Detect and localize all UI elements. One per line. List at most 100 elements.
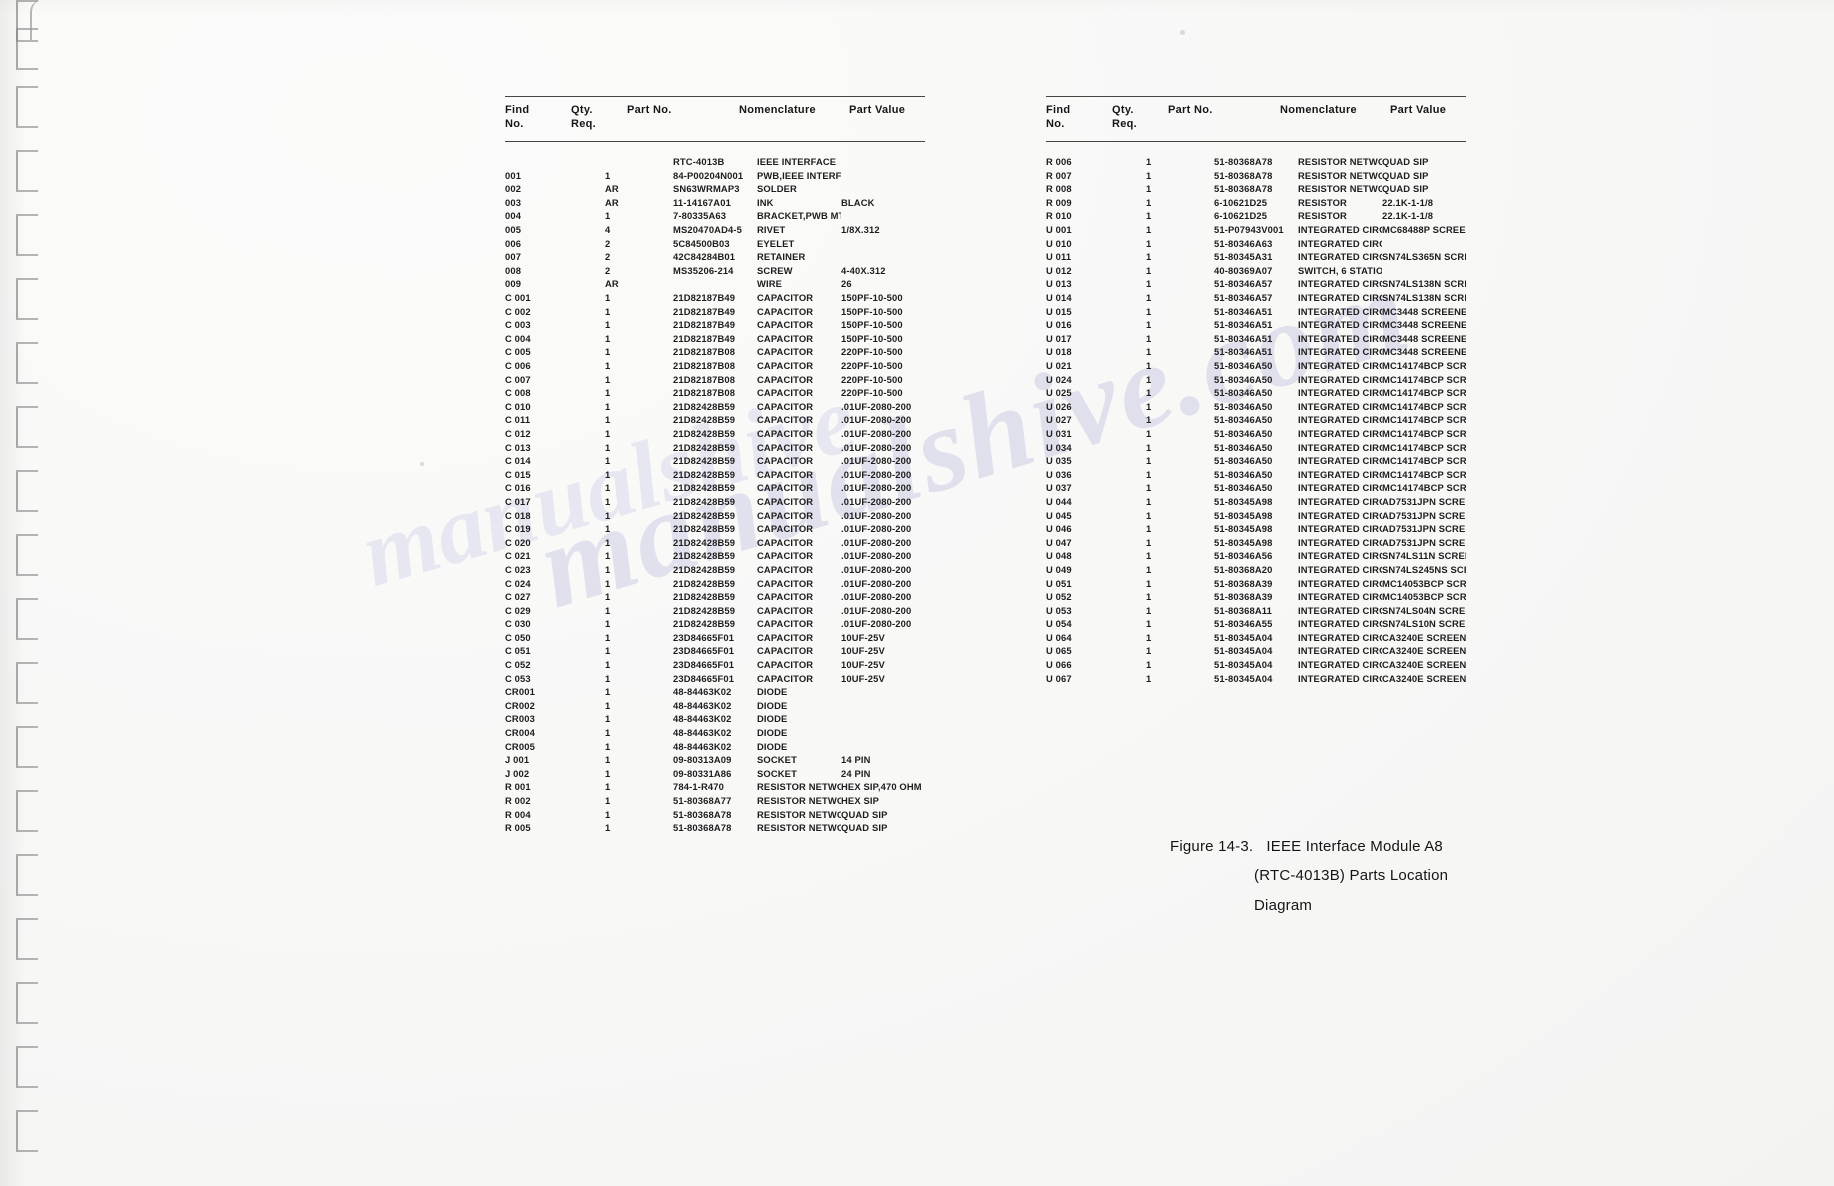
cell-part-no: 21D82187B08 — [673, 387, 736, 399]
cell-part-value — [841, 182, 925, 196]
cell-part-value: CA3240E SCREENED — [1382, 645, 1466, 657]
cell-qty-req: 1 — [605, 659, 611, 671]
cell-nomenclature: CAPACITOR — [757, 360, 814, 371]
cell-qty-req: 1 — [605, 672, 611, 684]
cell-find-no: R 010 — [1046, 210, 1072, 222]
cell-find-no: CR004 — [505, 727, 535, 739]
cell-part-value: 150PF-10-500 — [841, 305, 903, 317]
cell-find-no: C 010 — [505, 400, 531, 412]
figure-caption: Figure 14-3. IEEE Interface Module A8 (R… — [1170, 832, 1590, 920]
cell-nomenclature: INTEGRATED CIRCUIT — [1298, 563, 1382, 575]
cell-find-no: R 007 — [1046, 169, 1072, 181]
cell-qty-req: 1 — [605, 577, 611, 589]
cell-part-value: 10UF-25V — [841, 645, 885, 657]
table-row: C 024 1 21D82428B59 CAPACITOR .01UF-2080-200 — [505, 577, 925, 591]
cell-find-no: C 051 — [505, 645, 531, 657]
cell-part-value: AD7531JPN SCREENED — [1382, 523, 1466, 535]
spine-mark — [16, 342, 38, 384]
table-row: U 036 1 51-80346A50 INTEGRATED CIRCUITMC141… — [1046, 468, 1466, 482]
table-body: RTC-4013B IEEE INTERFACE 001 1 84-P00204N001… — [505, 142, 925, 835]
table-row: R 010 1 6-10621D25 RESISTOR 22.1K-1-1/8 — [1046, 209, 1466, 223]
cell-find-no: CR001 — [505, 686, 535, 698]
cell-part-no: 7-80335A63 — [673, 210, 727, 222]
cell-qty-req: 1 — [1146, 319, 1152, 331]
cell-part-value: MC14174BCP SCREENED — [1382, 360, 1466, 371]
cell-find-no: R 001 — [505, 781, 531, 793]
cell-qty-req: AR — [605, 196, 619, 208]
cell-find-no: C 023 — [505, 563, 531, 575]
cell-part-no: 51-80346A57 — [1214, 292, 1273, 304]
cell-find-no: U 017 — [1046, 332, 1072, 344]
cell-part-value: MC14174BCP SCREENED — [1382, 373, 1466, 385]
table-row: R 008 1 51-80368A78 RESISTOR NETWORKQUAD SI… — [1046, 182, 1466, 196]
cell-find-no: C 020 — [505, 536, 531, 548]
page-spine-marks — [0, 0, 60, 1186]
table-row: C 021 1 21D82428B59 CAPACITOR .01UF-2080-200 — [505, 549, 925, 563]
cell-nomenclature: CAPACITOR — [757, 305, 814, 317]
cell-nomenclature: INTEGRATED CIRCUIT — [1298, 495, 1382, 507]
table-row: U 064 1 51-80345A04 INTEGRATED CIRCUITCA324… — [1046, 631, 1466, 645]
cell-find-no: C 030 — [505, 618, 531, 630]
cell-qty-req: 1 — [1146, 264, 1152, 276]
spine-mark — [16, 150, 38, 192]
cell-qty-req: 1 — [605, 332, 611, 344]
table-row: C 002 1 21D82187B49 CAPACITOR 150PF-10-500 — [505, 305, 925, 319]
cell-qty-req: 1 — [1146, 659, 1152, 671]
cell-part-value: MC68488P SCREENED — [1382, 224, 1466, 236]
cell-part-value: 22.1K-1-1/8 — [1382, 196, 1434, 208]
cell-part-value — [841, 740, 925, 754]
cell-qty-req: 1 — [1146, 210, 1152, 222]
cell-part-no: 42C84284B01 — [673, 251, 736, 263]
cell-part-value: QUAD SIP — [841, 822, 888, 834]
cell-part-value: .01UF-2080-200 — [841, 577, 912, 589]
cell-part-no: 48-84463K02 — [673, 686, 732, 698]
cell-part-no: 51-80368A78 — [1214, 183, 1273, 195]
cell-qty-req: 1 — [605, 495, 611, 507]
cell-nomenclature: INTEGRATED CIRCUIT — [1298, 577, 1382, 589]
cell-nomenclature: CAPACITOR — [757, 645, 814, 657]
cell-qty-req: 1 — [605, 822, 611, 834]
cell-part-value — [841, 250, 925, 264]
cell-nomenclature: INTEGRATED CIRCUIT — [1298, 523, 1382, 535]
table-row: CR004 1 48-84463K02 DIODE — [505, 726, 925, 740]
cell-nomenclature: BRACKET,PWB MTG — [757, 210, 841, 222]
table-row: U 027 1 51-80346A50 INTEGRATED CIRCUITMC141… — [1046, 413, 1466, 427]
cell-part-no: 51-80346A50 — [1214, 482, 1273, 494]
cell-nomenclature: INTEGRATED CIRCUIT — [1298, 427, 1382, 439]
cell-qty-req: 1 — [605, 767, 611, 779]
cell-part-value: .01UF-2080-200 — [841, 523, 912, 535]
cell-qty-req: 1 — [605, 427, 611, 439]
cell-qty-req: 1 — [605, 169, 611, 181]
spine-mark — [16, 1046, 38, 1088]
cell-part-no: 11-14167A01 — [673, 196, 731, 208]
table-row: U 035 1 51-80346A50 INTEGRATED CIRCUITMC141… — [1046, 454, 1466, 468]
cell-nomenclature: INTEGRATED CIRCUIT — [1298, 550, 1382, 562]
cell-part-no: 48-84463K02 — [673, 699, 732, 711]
cell-find-no: C 050 — [505, 631, 531, 643]
cell-part-value: SN74LS11N SCREENED — [1382, 550, 1466, 562]
cell-nomenclature: INTEGRATED CIRCUIT — [1298, 373, 1382, 385]
cell-part-no: 51-80345A04 — [1214, 645, 1273, 657]
figure-title-part-3: Diagram — [1254, 896, 1313, 914]
cell-qty-req: 1 — [605, 414, 611, 426]
cell-part-value: MC14174BCP SCREENED — [1382, 400, 1466, 412]
cell-part-value: MC14174BCP SCREENED — [1382, 441, 1466, 453]
table-row: U 037 1 51-80346A50 INTEGRATED CIRCUITMC141… — [1046, 481, 1466, 495]
cell-find-no: U 018 — [1046, 346, 1072, 358]
cell-find-no: C 007 — [505, 373, 531, 385]
cell-qty-req: 1 — [1146, 292, 1152, 304]
cell-part-no: 51-80346A50 — [1214, 373, 1273, 385]
table-row: 003 AR 11-14167A01 INK BLACK — [505, 196, 925, 210]
cell-part-no: 51-80345A98 — [1214, 523, 1273, 535]
cell-part-no: 51-P07943V001 — [1214, 224, 1284, 236]
table-row: U 051 1 51-80368A39 INTEGRATED CIRCUITMC140… — [1046, 577, 1466, 591]
cell-part-value: 24 PIN — [841, 767, 871, 779]
cell-qty-req: 1 — [605, 591, 611, 603]
cell-part-no: 51-80368A39 — [1214, 591, 1273, 603]
cell-part-value — [841, 685, 925, 699]
cell-part-no: 784-1-R470 — [673, 781, 725, 793]
cell-find-no: C 011 — [505, 414, 531, 426]
cell-part-no: 51-80368A20 — [1214, 563, 1273, 575]
table-row: RTC-4013B IEEE INTERFACE — [505, 155, 925, 169]
cell-part-value: BLACK — [841, 196, 875, 208]
